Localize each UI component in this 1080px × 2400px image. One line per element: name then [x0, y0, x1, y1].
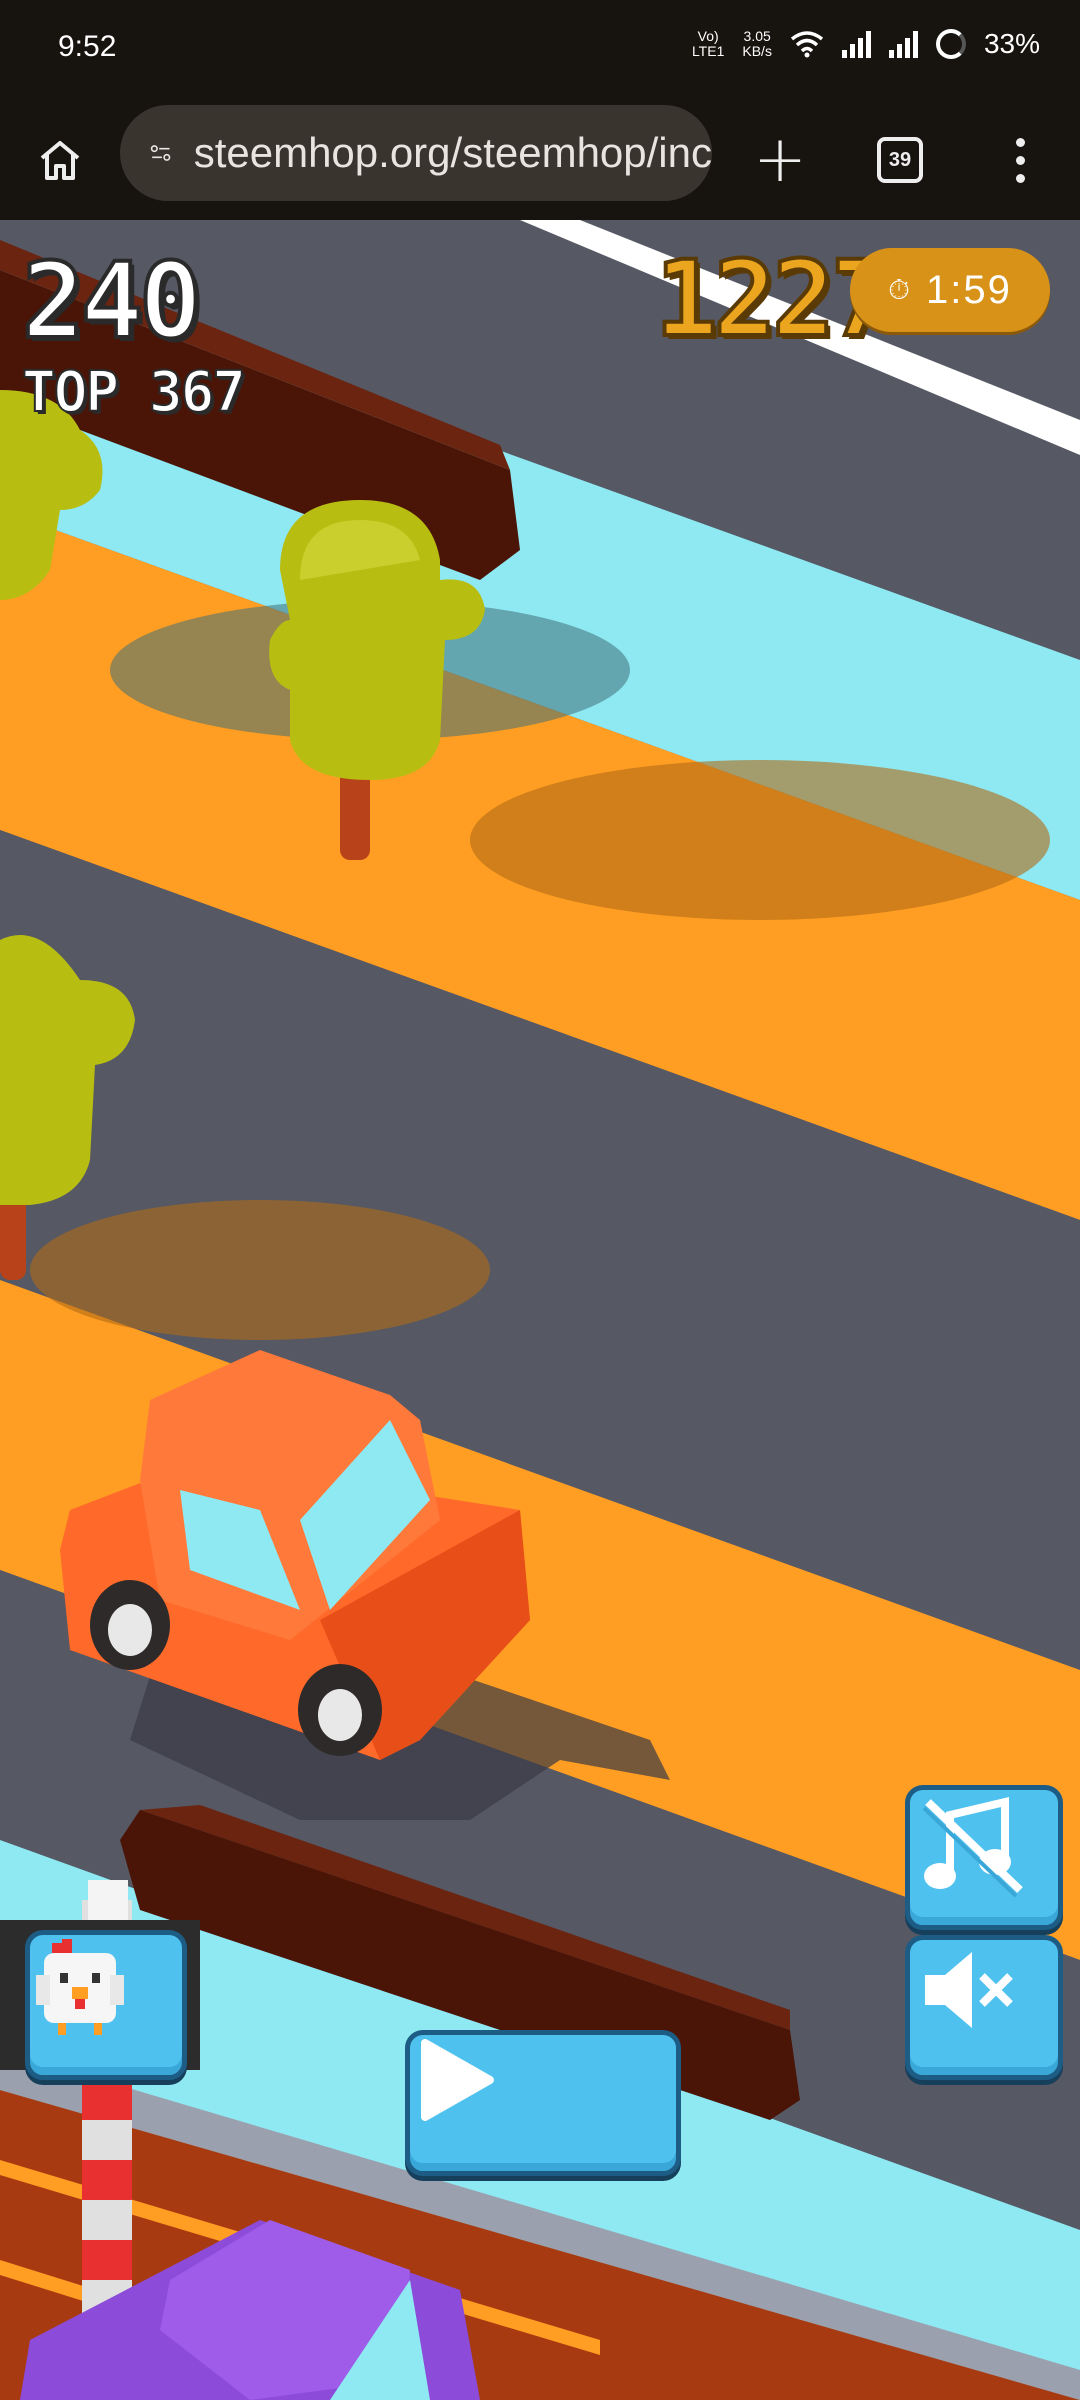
tab-switcher-button[interactable]: 39 — [860, 100, 940, 220]
volte-indicator: Vo) LTE1 — [692, 29, 724, 59]
timer-value: 1:59 — [925, 267, 1012, 312]
new-tab-button[interactable]: + — [740, 100, 820, 220]
wifi-icon — [790, 31, 824, 58]
chicken-character-icon — [36, 1939, 124, 2035]
play-button[interactable] — [405, 2030, 681, 2176]
speed-value: 3.05 — [743, 28, 771, 44]
new-tab-icon: + — [753, 123, 807, 197]
top-score: TOP 367 — [21, 359, 247, 426]
volte-label: Vo) — [697, 28, 719, 44]
site-info-icon[interactable] — [150, 137, 172, 169]
menu-icon — [1015, 137, 1025, 147]
speed-unit: KB/s — [742, 43, 772, 59]
url-bar[interactable]: steemhop.org/steemhop/inc — [120, 105, 712, 201]
sound-mute-icon — [925, 1952, 1013, 2028]
status-bar: 9:52 Vo) LTE1 3.05 KB/s 33% — [0, 0, 1080, 100]
character-select-button[interactable] — [25, 1930, 187, 2080]
lte-label: LTE1 — [691, 43, 725, 59]
home-button[interactable] — [20, 100, 100, 220]
play-icon — [421, 2039, 494, 2121]
battery-icon — [935, 29, 966, 59]
network-speed: 3.05 KB/s — [742, 29, 772, 59]
signal-icon-1 — [841, 30, 871, 58]
timer-icon: ⏱ — [888, 273, 912, 305]
url-text: steemhop.org/steemhop/inc — [193, 129, 712, 176]
browser-toolbar: steemhop.org/steemhop/inc + 39 — [0, 100, 1080, 220]
signal-icon-2 — [888, 30, 918, 58]
music-off-icon — [922, 1796, 1023, 1898]
music-toggle-button[interactable] — [905, 1785, 1063, 1930]
status-icons: Vo) LTE1 3.05 KB/s 33% — [692, 28, 1040, 60]
game-canvas[interactable]: 240 TOP 367 1227 ⏱ 1:59 — [0, 220, 1080, 2400]
timer-badge: ⏱ 1:59 — [850, 248, 1050, 332]
tabs-icon: 39 — [877, 137, 923, 183]
home-icon — [40, 141, 80, 180]
score-display: 240 — [20, 238, 204, 364]
overflow-menu-button[interactable] — [985, 100, 1055, 220]
status-time: 9:52 — [58, 30, 117, 63]
sound-toggle-button[interactable] — [905, 1935, 1063, 2080]
battery-level: 33% — [983, 28, 1040, 59]
